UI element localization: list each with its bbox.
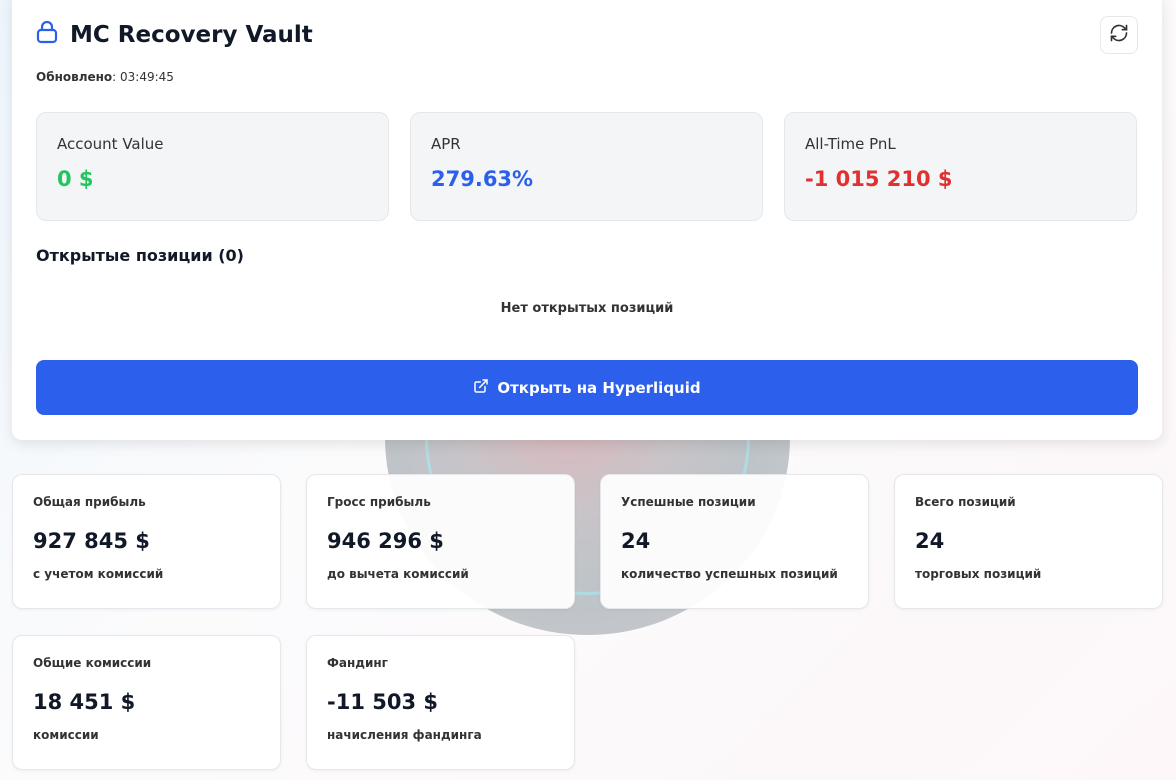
card-funding: Фандинг -11 503 $ начисления фандинга bbox=[306, 635, 575, 770]
card-total-fees: Общие комиссии 18 451 $ комиссии bbox=[12, 635, 281, 770]
card-subtitle: до вычета комиссий bbox=[327, 567, 469, 581]
stat-apr: APR 279.63% bbox=[410, 112, 763, 221]
updated-label: Обновлено bbox=[36, 70, 113, 84]
open-positions-heading: Открытые позиции (0) bbox=[36, 246, 244, 265]
refresh-button[interactable] bbox=[1100, 16, 1138, 54]
card-value: 946 296 $ bbox=[327, 529, 444, 553]
card-gross-profit: Гросс прибыль 946 296 $ до вычета комиссий bbox=[306, 474, 575, 609]
no-positions-message: Нет открытых позиций bbox=[500, 301, 674, 316]
card-title: Гросс прибыль bbox=[327, 495, 431, 509]
external-link-icon bbox=[473, 378, 489, 398]
card-subtitle: торговых позиций bbox=[915, 567, 1042, 581]
card-value: 24 bbox=[621, 529, 651, 553]
card-total-profit: Общая прибыль 927 845 $ с учетом комиссий bbox=[12, 474, 281, 609]
card-value: 18 451 $ bbox=[33, 690, 136, 714]
open-hyperliquid-button[interactable]: Открыть на Hyperliquid bbox=[36, 360, 1138, 415]
updated-timestamp: Обновлено: 03:49:45 bbox=[36, 70, 174, 84]
card-subtitle: комиссии bbox=[33, 728, 99, 742]
open-hyperliquid-label: Открыть на Hyperliquid bbox=[497, 378, 701, 397]
card-title: Фандинг bbox=[327, 656, 388, 670]
card-value: -11 503 $ bbox=[327, 690, 439, 714]
card-successful-positions: Успешные позиции 24 количество успешных по… bbox=[600, 474, 869, 609]
stat-all-time-pnl: All-Time PnL -1 015 210 $ bbox=[784, 112, 1137, 221]
page-title: MC Recovery Vault bbox=[36, 20, 313, 50]
updated-time: 03:49:45 bbox=[120, 70, 174, 84]
stat-label: APR bbox=[431, 135, 461, 153]
card-subtitle: начисления фандинга bbox=[327, 728, 482, 742]
lock-icon bbox=[36, 20, 58, 50]
stat-label: All-Time PnL bbox=[805, 135, 896, 153]
card-title: Общая прибыль bbox=[33, 495, 146, 509]
vault-panel: MC Recovery Vault Обновлено: 03:49:45 Ac… bbox=[12, 0, 1162, 440]
card-title: Успешные позиции bbox=[621, 495, 756, 509]
card-title: Общие комиссии bbox=[33, 656, 152, 670]
card-total-positions: Всего позиций 24 торговых позиций bbox=[894, 474, 1163, 609]
refresh-icon bbox=[1109, 23, 1129, 47]
card-title: Всего позиций bbox=[915, 495, 1016, 509]
stat-account-value: Account Value 0 $ bbox=[36, 112, 389, 221]
card-subtitle: количество успешных позиций bbox=[621, 567, 838, 581]
stat-label: Account Value bbox=[57, 135, 164, 153]
stat-value: 279.63% bbox=[431, 167, 534, 191]
vault-title: MC Recovery Vault bbox=[70, 22, 313, 48]
stat-value: -1 015 210 $ bbox=[805, 167, 953, 191]
stat-value: 0 $ bbox=[57, 167, 94, 191]
card-subtitle: с учетом комиссий bbox=[33, 567, 164, 581]
card-value: 24 bbox=[915, 529, 945, 553]
card-value: 927 845 $ bbox=[33, 529, 150, 553]
